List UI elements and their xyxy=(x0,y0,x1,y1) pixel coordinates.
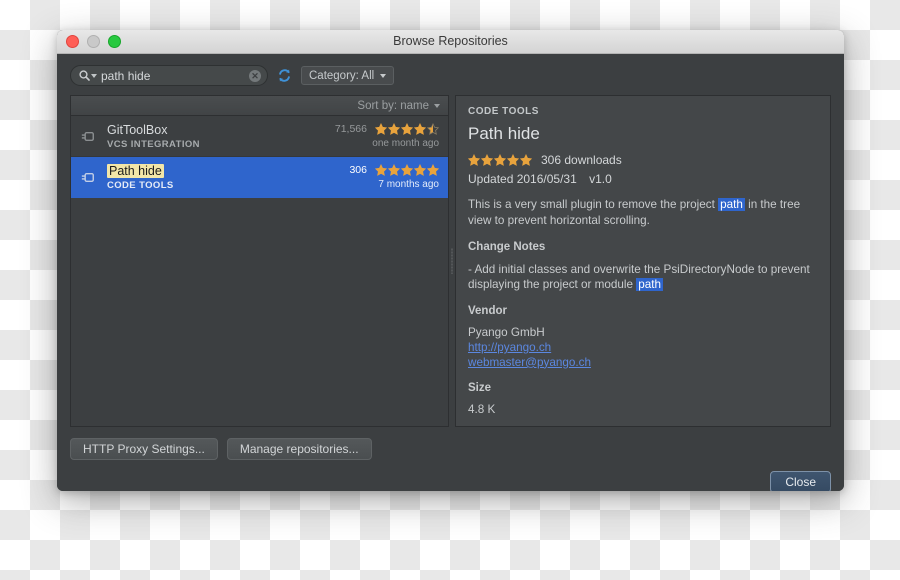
category-filter-dropdown[interactable]: Category: All xyxy=(301,66,395,85)
sort-by-dropdown-label[interactable]: Sort by: name xyxy=(357,100,429,112)
plugin-icon xyxy=(79,127,98,146)
plugin-name: GitToolBox xyxy=(107,122,168,137)
vendor-heading: Vendor xyxy=(468,305,507,318)
plugin-list-panel: Sort by: name GitToolBox VCS INTEGRATION… xyxy=(70,95,449,428)
updated-date: 7 months ago xyxy=(378,179,439,190)
plugin-icon xyxy=(79,168,98,187)
detail-updated-row: Updated 2016/05/31 v1.0 xyxy=(468,172,818,186)
detail-download-count: 306 downloads xyxy=(541,153,622,167)
close-button[interactable]: Close xyxy=(770,471,831,491)
traffic-light-group xyxy=(66,35,121,48)
plugin-name: Path hide xyxy=(107,163,340,178)
vendor-email-link[interactable]: webmaster@pyango.ch xyxy=(468,356,818,371)
browse-repositories-window: Browse Repositories path hide ✕ Category… xyxy=(57,30,844,491)
chevron-down-icon[interactable] xyxy=(434,103,440,108)
window-titlebar[interactable]: Browse Repositories xyxy=(57,30,844,54)
refresh-icon[interactable] xyxy=(277,68,292,83)
search-options-chevron-down-icon[interactable] xyxy=(91,73,97,78)
list-item-meta-top: 306 xyxy=(349,164,439,176)
size-heading: Size xyxy=(468,382,492,395)
vendor-name: Pyango GmbH xyxy=(468,326,545,340)
content-area: Sort by: name GitToolBox VCS INTEGRATION… xyxy=(70,95,831,428)
list-item-main: Path hide CODE TOOLS xyxy=(107,163,340,191)
search-match-highlight: Path hide xyxy=(107,163,164,178)
download-count: 306 xyxy=(349,164,367,176)
rating-stars xyxy=(468,154,532,166)
size-value: 4.8 K xyxy=(468,403,496,417)
description-keyword-highlight: path xyxy=(718,198,745,211)
search-icon xyxy=(79,70,90,81)
close-window-button[interactable] xyxy=(66,35,79,48)
zoom-window-button[interactable] xyxy=(108,35,121,48)
minimize-window-button[interactable] xyxy=(87,35,100,48)
rating-stars xyxy=(375,123,439,135)
change-notes-keyword-highlight: path xyxy=(636,278,664,292)
description-text-before: This is a very small plugin to remove th… xyxy=(468,198,719,211)
list-item-meta: 306 7 months ago xyxy=(349,164,439,190)
download-count: 71,566 xyxy=(334,123,367,135)
manage-repositories-button[interactable]: Manage repositories... xyxy=(226,438,372,461)
window-body: path hide ✕ Category: All Sort by: name … xyxy=(57,54,844,491)
list-item-meta: 71,566 one month ago xyxy=(335,123,439,149)
search-input[interactable]: path hide xyxy=(101,69,249,83)
list-item[interactable]: GitToolBox VCS INTEGRATION 71,566 one mo… xyxy=(71,116,448,157)
plugin-category: VCS INTEGRATION xyxy=(107,138,200,150)
change-notes-heading: Change Notes xyxy=(468,240,546,253)
http-proxy-settings-button[interactable]: HTTP Proxy Settings... xyxy=(70,438,218,461)
clear-icon[interactable]: ✕ xyxy=(249,69,261,82)
toolbar: path hide ✕ Category: All xyxy=(70,65,831,86)
vendor-block: Pyango GmbH http://pyango.ch webmaster@p… xyxy=(468,326,818,370)
detail-updated-date: Updated 2016/05/31 xyxy=(468,172,577,186)
vendor-website-link[interactable]: http://pyango.ch xyxy=(468,341,818,356)
footer-right-buttons: Close xyxy=(70,471,831,491)
chevron-down-icon xyxy=(380,73,387,78)
detail-category: CODE TOOLS xyxy=(468,106,539,117)
list-item-main: GitToolBox VCS INTEGRATION xyxy=(107,123,326,150)
list-item[interactable]: Path hide CODE TOOLS 306 7 months ago xyxy=(71,157,448,198)
updated-date: one month ago xyxy=(372,138,439,149)
category-filter-label: Category: All xyxy=(309,69,375,82)
detail-version: v1.0 xyxy=(589,172,612,186)
window-title: Browse Repositories xyxy=(393,34,508,48)
list-item-meta-top: 71,566 xyxy=(335,123,439,135)
plugin-detail-panel: CODE TOOLS Path hide 306 downloads Updat… xyxy=(455,95,831,428)
footer-left-buttons: HTTP Proxy Settings... Manage repositori… xyxy=(70,438,831,461)
rating-stars xyxy=(375,164,439,176)
search-field[interactable]: path hide ✕ xyxy=(70,65,268,86)
splitter-grip-icon xyxy=(451,248,453,275)
detail-rating-row: 306 downloads xyxy=(468,153,818,167)
detail-description: This is a very small plugin to remove th… xyxy=(468,197,818,229)
plugin-category: CODE TOOLS xyxy=(107,179,174,191)
plugin-list[interactable]: GitToolBox VCS INTEGRATION 71,566 one mo… xyxy=(71,116,448,427)
detail-title: Path hide xyxy=(468,124,540,143)
list-header: Sort by: name xyxy=(71,96,448,116)
change-notes-body: - Add initial classes and overwrite the … xyxy=(468,262,818,294)
